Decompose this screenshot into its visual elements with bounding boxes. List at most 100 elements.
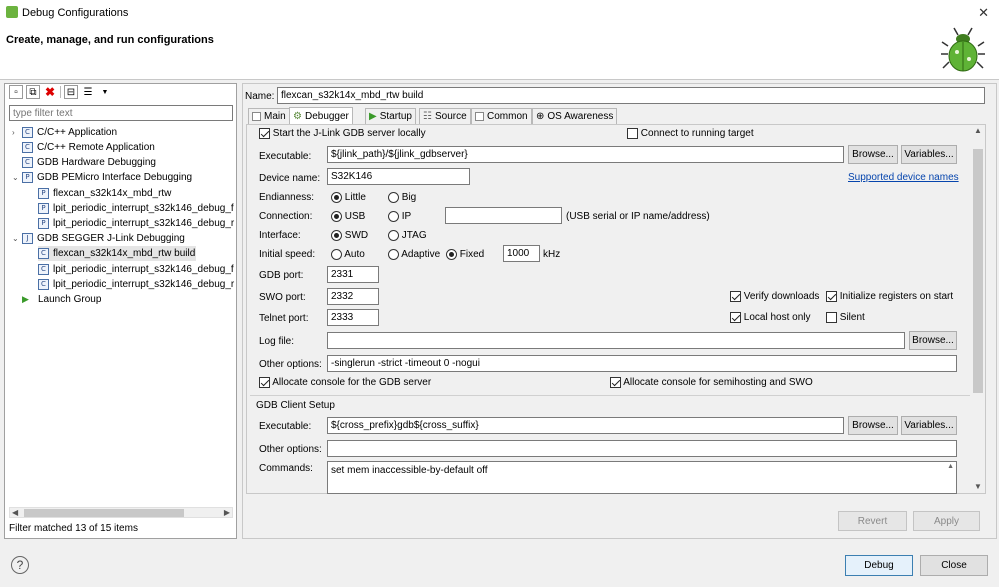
horizontal-scrollbar[interactable]: ◀ ▶ bbox=[9, 507, 233, 518]
client-other-options-input[interactable] bbox=[327, 440, 957, 457]
tab-startup[interactable]: ▶ Startup bbox=[365, 108, 416, 124]
alloc-semihosting-checkbox[interactable] bbox=[610, 377, 621, 388]
alloc-gdb-console-option[interactable]: Allocate console for the GDB server bbox=[259, 377, 431, 388]
tree-item[interactable]: ⌄ J GDB SEGGER J-Link Debugging bbox=[12, 231, 185, 246]
new-config-icon[interactable]: ▫ bbox=[9, 85, 23, 99]
ip-address-input[interactable] bbox=[445, 207, 562, 224]
collapse-icon[interactable]: ⌄ bbox=[12, 234, 22, 243]
expand-icon[interactable]: › bbox=[12, 128, 22, 137]
browse-button[interactable]: Browse... bbox=[848, 145, 898, 164]
tree-item[interactable]: ▶ Launch Group bbox=[22, 292, 101, 307]
title-bar: Debug Configurations ✕ bbox=[0, 0, 999, 24]
scroll-down-icon[interactable]: ▼ bbox=[974, 482, 982, 491]
scroll-thumb[interactable] bbox=[973, 149, 983, 393]
jtag-radio[interactable] bbox=[388, 230, 399, 241]
little-radio[interactable] bbox=[331, 192, 342, 203]
fixed-radio[interactable] bbox=[446, 249, 457, 260]
ip-option[interactable]: IP bbox=[388, 211, 411, 222]
usb-option[interactable]: USB bbox=[331, 211, 365, 222]
tree-item[interactable]: Clpit_periodic_interrupt_s32k146_debug_r bbox=[38, 277, 234, 292]
config-name-input[interactable]: flexcan_s32k14x_mbd_rtw build bbox=[277, 87, 985, 104]
chevron-down-icon[interactable]: ▼ bbox=[98, 85, 112, 99]
swd-label: SWD bbox=[344, 230, 369, 242]
jtag-option[interactable]: JTAG bbox=[388, 230, 427, 241]
log-browse-button[interactable]: Browse... bbox=[909, 331, 957, 350]
silent-option[interactable]: Silent bbox=[826, 312, 865, 323]
auto-option[interactable]: Auto bbox=[331, 249, 365, 260]
start-server-checkbox[interactable] bbox=[259, 128, 270, 139]
scroll-thumb[interactable] bbox=[24, 509, 184, 517]
close-button[interactable]: Close bbox=[920, 555, 988, 576]
big-radio[interactable] bbox=[388, 192, 399, 203]
tree-item[interactable]: C GDB Hardware Debugging bbox=[22, 155, 156, 170]
silent-checkbox[interactable] bbox=[826, 312, 837, 323]
tab-debugger[interactable]: ⚙ Debugger bbox=[289, 107, 353, 125]
tree-item[interactable]: C C/C++ Remote Application bbox=[22, 140, 155, 155]
connect-running-option[interactable]: Connect to running target bbox=[627, 128, 754, 139]
pemicro-icon: P bbox=[38, 188, 49, 199]
speed-input[interactable]: 1000 bbox=[503, 245, 540, 262]
local-host-option[interactable]: Local host only bbox=[730, 312, 811, 323]
ip-radio[interactable] bbox=[388, 211, 399, 222]
adaptive-radio[interactable] bbox=[388, 249, 399, 260]
local-host-checkbox[interactable] bbox=[730, 312, 741, 323]
variables-button[interactable]: Variables... bbox=[901, 145, 957, 164]
fixed-option[interactable]: Fixed bbox=[446, 249, 484, 260]
commands-textarea[interactable]: set mem inaccessible-by-default off ▲ bbox=[327, 461, 957, 494]
tree-item-selected[interactable]: Cflexcan_s32k14x_mbd_rtw build bbox=[38, 246, 196, 261]
supported-devices-link[interactable]: Supported device names bbox=[848, 172, 959, 183]
server-other-options-input[interactable]: -singlerun -strict -timeout 0 -nogui bbox=[327, 355, 957, 372]
apply-button[interactable]: Apply bbox=[913, 511, 980, 531]
delete-icon[interactable]: ✖ bbox=[43, 85, 57, 99]
swd-radio[interactable] bbox=[331, 230, 342, 241]
collapse-icon[interactable]: ⌄ bbox=[12, 173, 22, 182]
verify-downloads-checkbox[interactable] bbox=[730, 291, 741, 302]
log-file-input[interactable] bbox=[327, 332, 905, 349]
server-executable-input[interactable]: ${jlink_path}/${jlink_gdbserver} bbox=[327, 146, 844, 163]
gdb-port-input[interactable]: 2331 bbox=[327, 266, 379, 283]
adaptive-option[interactable]: Adaptive bbox=[388, 249, 440, 260]
swo-port-input[interactable]: 2332 bbox=[327, 288, 379, 305]
big-option[interactable]: Big bbox=[388, 192, 416, 203]
help-icon[interactable]: ? bbox=[11, 556, 29, 574]
client-executable-input[interactable]: ${cross_prefix}gdb${cross_suffix} bbox=[327, 417, 844, 434]
usb-radio[interactable] bbox=[331, 211, 342, 222]
verify-downloads-option[interactable]: Verify downloads bbox=[730, 291, 819, 302]
collapse-all-icon[interactable]: ⊟ bbox=[64, 85, 78, 99]
c-app-icon: C bbox=[38, 264, 49, 275]
scroll-left-icon[interactable]: ◀ bbox=[12, 508, 18, 517]
client-browse-button[interactable]: Browse... bbox=[848, 416, 898, 435]
alloc-semihosting-option[interactable]: Allocate console for semihosting and SWO bbox=[610, 377, 813, 388]
duplicate-icon[interactable]: ⧉ bbox=[26, 85, 40, 99]
tab-common[interactable]: Common bbox=[471, 108, 532, 124]
tree-item[interactable]: › C C/C++ Application bbox=[12, 125, 117, 140]
tab-os-awareness[interactable]: ⊕ OS Awareness bbox=[532, 108, 618, 124]
tree-item[interactable]: Clpit_periodic_interrupt_s32k146_debug_f bbox=[38, 262, 234, 277]
commands-scroll-up-icon[interactable]: ▲ bbox=[947, 463, 954, 470]
tree-item[interactable]: Pflexcan_s32k14x_mbd_rtw bbox=[38, 186, 171, 201]
alloc-gdb-console-checkbox[interactable] bbox=[259, 377, 270, 388]
tab-main[interactable]: Main bbox=[248, 108, 290, 124]
filter-icon[interactable]: ☰ bbox=[81, 85, 95, 99]
telnet-port-input[interactable]: 2333 bbox=[327, 309, 379, 326]
little-option[interactable]: Little bbox=[331, 192, 366, 203]
auto-radio[interactable] bbox=[331, 249, 342, 260]
filter-input[interactable] bbox=[9, 105, 233, 121]
tab-source[interactable]: ☷ Source bbox=[419, 108, 471, 124]
revert-button[interactable]: Revert bbox=[838, 511, 907, 531]
debug-button[interactable]: Debug bbox=[845, 555, 913, 576]
tree-item[interactable]: Plpit_periodic_interrupt_s32k146_debug_r bbox=[38, 216, 234, 231]
tree-item[interactable]: ⌄ P GDB PEMicro Interface Debugging bbox=[12, 170, 192, 185]
device-name-input[interactable]: S32K146 bbox=[327, 168, 470, 185]
swd-option[interactable]: SWD bbox=[331, 230, 368, 241]
close-window-icon[interactable]: ✕ bbox=[978, 5, 989, 21]
connect-running-checkbox[interactable] bbox=[627, 128, 638, 139]
scroll-right-icon[interactable]: ▶ bbox=[224, 508, 230, 517]
client-variables-button[interactable]: Variables... bbox=[901, 416, 957, 435]
scroll-up-icon[interactable]: ▲ bbox=[974, 126, 982, 135]
vertical-scrollbar[interactable]: ▲ ▼ bbox=[971, 125, 985, 493]
tree-item[interactable]: Plpit_periodic_interrupt_s32k146_debug_f bbox=[38, 201, 234, 216]
init-registers-checkbox[interactable] bbox=[826, 291, 837, 302]
start-server-option[interactable]: Start the J-Link GDB server locally bbox=[259, 128, 426, 139]
init-registers-option[interactable]: Initialize registers on start bbox=[826, 291, 953, 302]
